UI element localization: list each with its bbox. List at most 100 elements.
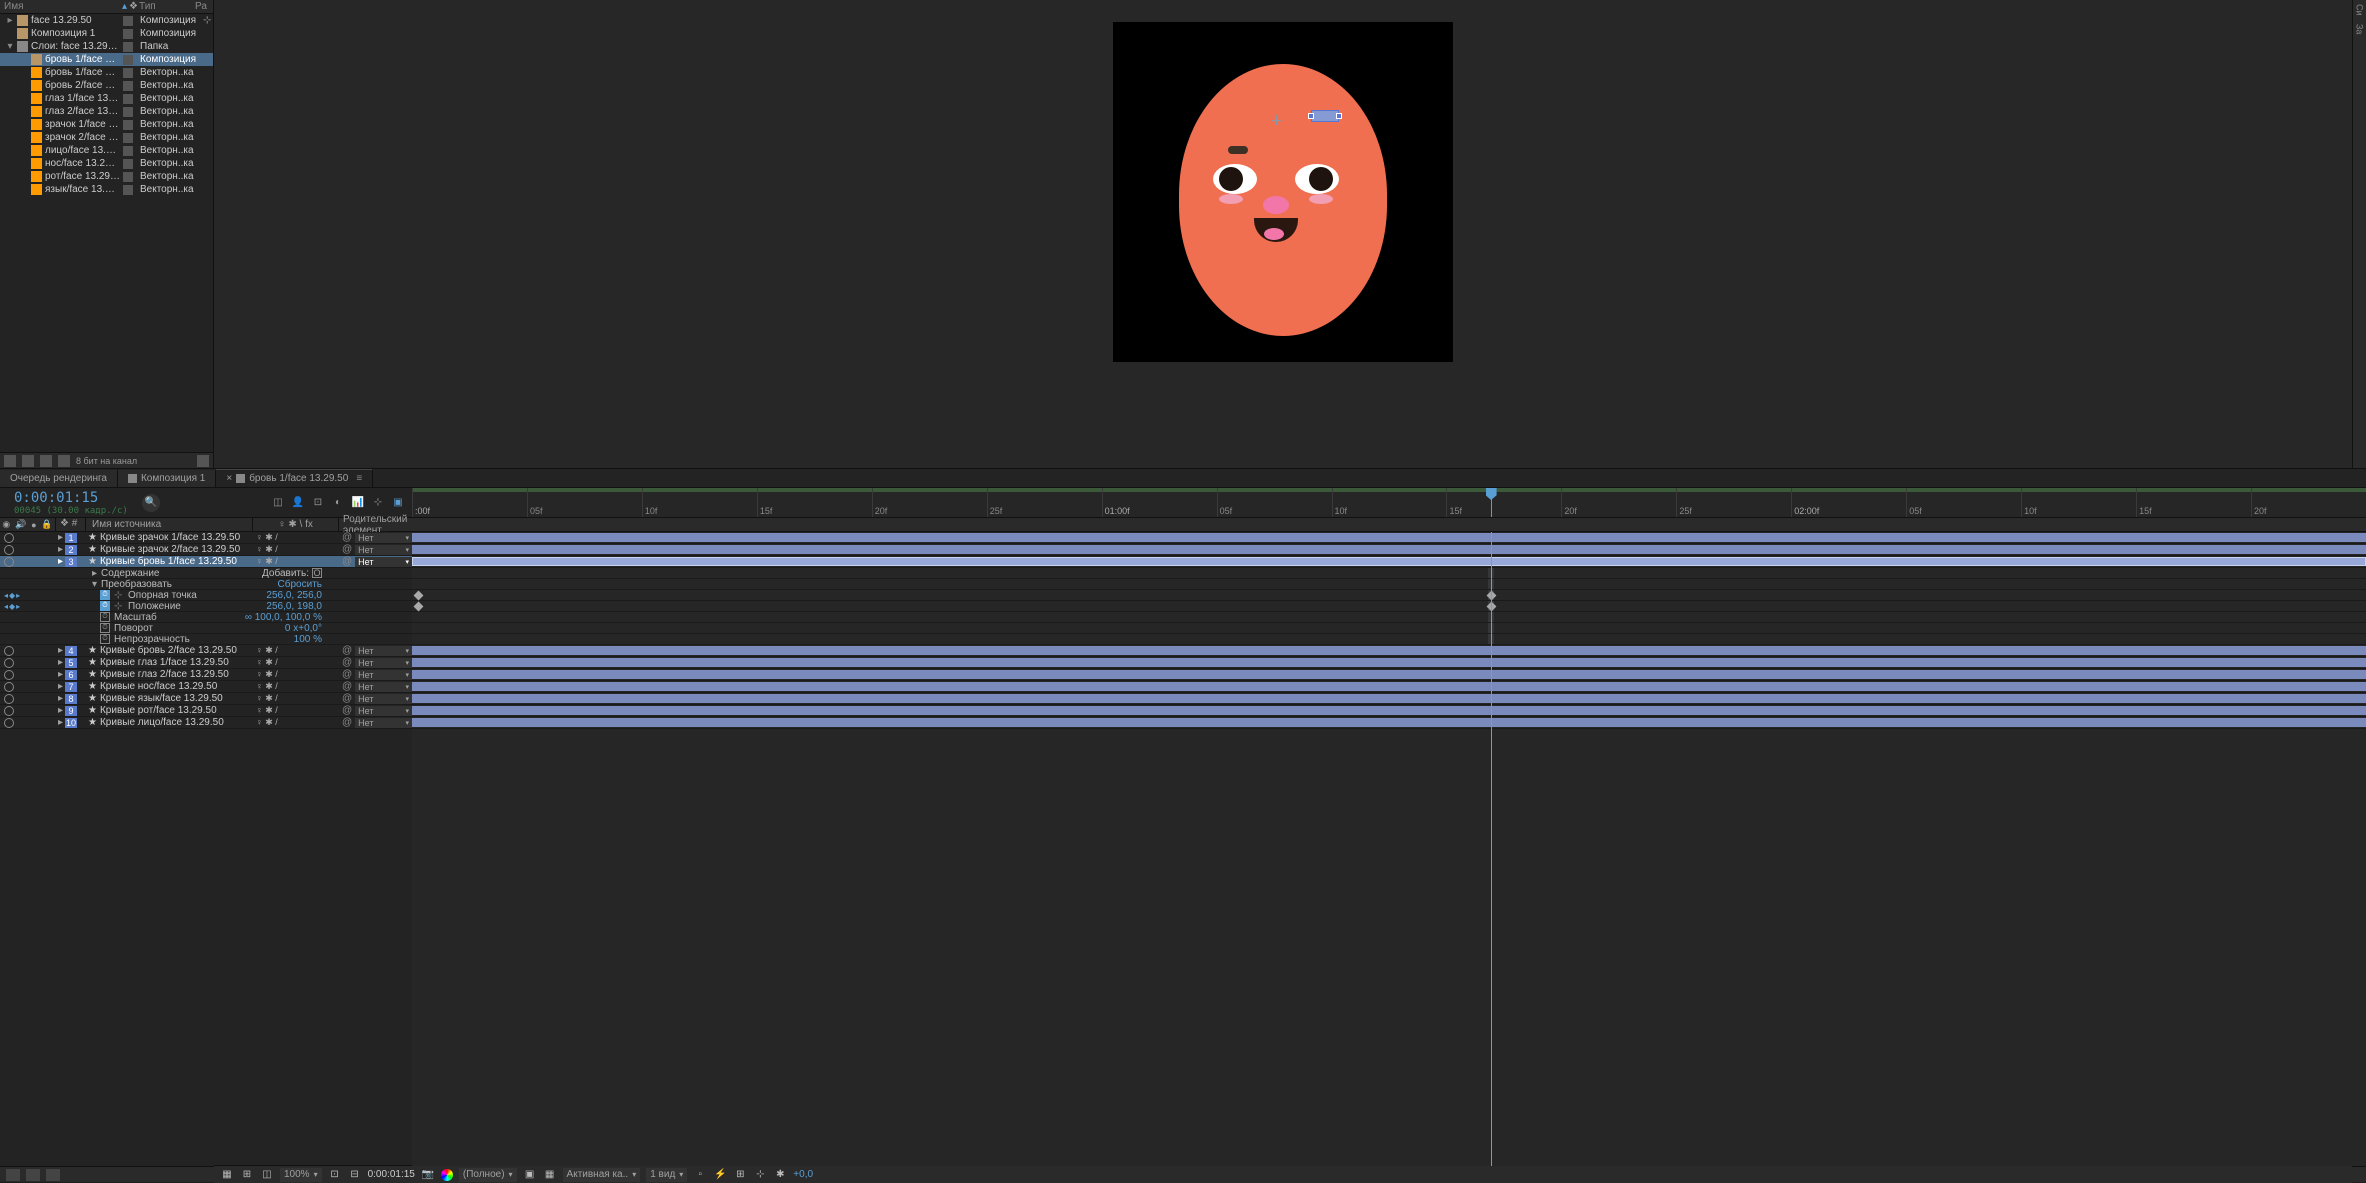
switches-header[interactable]: ♀ ✱ \ fx (252, 518, 338, 531)
pickwhip-icon[interactable]: @ (342, 657, 352, 668)
project-item[interactable]: Композиция 1Композиция (0, 27, 213, 40)
exposure-value[interactable]: +0,0 (793, 1169, 813, 1180)
preview-canvas[interactable] (1113, 22, 1453, 362)
project-item[interactable]: ▸face 13.29.50Композиция⊹ (0, 14, 213, 27)
layer-row[interactable]: ▸5★Кривые глаз 1/face 13.29.50♀ ✱ /@Нет (0, 657, 412, 669)
current-time[interactable]: 0:00:01:15 (14, 490, 128, 506)
pickwhip-icon[interactable]: @ (342, 645, 352, 656)
pickwhip-icon[interactable]: @ (342, 669, 352, 680)
property-track[interactable] (412, 579, 2366, 590)
parent-dropdown[interactable]: Нет (355, 706, 412, 716)
layer-row[interactable]: ▸2★Кривые зрачок 2/face 13.29.50♀ ✱ /@Не… (0, 544, 412, 556)
prev-key-icon[interactable]: ◂ (4, 602, 8, 611)
views-dropdown[interactable]: 1 вид (646, 1168, 687, 1182)
graph-editor-icon[interactable]: 📊 (350, 495, 366, 511)
visibility-icon[interactable] (4, 646, 14, 656)
project-item[interactable]: бровь 1/face 13.29.50.aiВекторн..ка (0, 66, 213, 79)
layer-row[interactable]: ▸8★Кривые язык/face 13.29.50♀ ✱ /@Нет (0, 693, 412, 705)
close-icon[interactable]: × (226, 473, 232, 484)
layer-track[interactable] (412, 705, 2366, 717)
layer-track[interactable] (412, 544, 2366, 556)
visibility-icon[interactable] (4, 658, 14, 668)
layer-track[interactable] (412, 681, 2366, 693)
stopwatch-icon[interactable]: ⏱ (100, 590, 110, 600)
visibility-icon[interactable] (4, 670, 14, 680)
layer-row[interactable]: ▸10★Кривые лицо/face 13.29.50♀ ✱ /@Нет (0, 717, 412, 729)
timeline-tab[interactable]: Композиция 1 (118, 470, 216, 487)
right-tab-2[interactable]: За (2355, 24, 2365, 34)
timeline-tab[interactable]: ×бровь 1/face 13.29.50≡ (216, 469, 373, 487)
motion-blur-icon[interactable]: ◐ (330, 495, 346, 511)
guides-icon[interactable]: ⊟ (348, 1168, 362, 1182)
parent-dropdown[interactable]: Нет (355, 557, 412, 567)
visibility-icon[interactable] (4, 706, 14, 716)
folder-icon[interactable] (22, 455, 34, 467)
add-key-icon[interactable]: ◆ (9, 591, 15, 600)
brainstorm-icon[interactable]: ⊹ (370, 495, 386, 511)
next-key-icon[interactable]: ▸ (16, 602, 20, 611)
resolution-dropdown[interactable]: (Полное) (459, 1168, 517, 1182)
toggle-in-out-icon[interactable] (46, 1169, 60, 1181)
layer-track[interactable] (412, 693, 2366, 705)
property-value[interactable]: 256,0, 256,0 (266, 590, 322, 601)
layer-track[interactable] (412, 657, 2366, 669)
layer-track[interactable] (412, 556, 2366, 568)
project-item[interactable]: рот/face 13.29.50.aiВекторн..ка (0, 170, 213, 183)
shy-icon[interactable]: 👤 (290, 495, 306, 511)
project-item[interactable]: нос/face 13.29.50.aiВекторн..ка (0, 157, 213, 170)
channel-picker-icon[interactable] (441, 1169, 453, 1181)
comp-icon[interactable] (40, 455, 52, 467)
property-track[interactable] (412, 623, 2366, 634)
property-row[interactable]: ◂◆▸⏱⊹Положение256,0, 198,0 (0, 601, 412, 612)
px-ratio-icon[interactable]: ▫ (693, 1168, 707, 1182)
property-value[interactable]: 256,0, 198,0 (266, 601, 322, 612)
layer-track[interactable] (412, 532, 2366, 544)
tab-menu-icon[interactable]: ≡ (356, 473, 362, 484)
pickwhip-icon[interactable]: @ (342, 681, 352, 692)
add-button[interactable]: O (312, 568, 322, 578)
trash-icon[interactable] (197, 455, 209, 467)
layer-track[interactable] (412, 669, 2366, 681)
parent-dropdown[interactable]: Нет (355, 694, 412, 704)
col-type[interactable]: Тип (139, 1, 195, 12)
playhead[interactable] (1491, 488, 1492, 517)
property-track[interactable] (412, 601, 2366, 612)
keyframe[interactable] (413, 591, 423, 601)
parent-dropdown[interactable]: Нет (355, 533, 412, 543)
project-item[interactable]: зрачок 2/face 13.29.50.aiВекторн..ка (0, 131, 213, 144)
project-columns[interactable]: Имя ▴ ❖ Тип Ра (0, 0, 213, 14)
stopwatch-icon[interactable]: ⏱ (100, 601, 110, 611)
layer-num-header[interactable]: ❖ # (56, 518, 86, 531)
exposure-reset-icon[interactable]: ✱ (773, 1168, 787, 1182)
toggle-modes-icon[interactable] (26, 1169, 40, 1181)
col-label-icon[interactable]: ❖ (129, 1, 139, 12)
time-ruler[interactable]: :00f05f10f15f20f25f01:00f05f10f15f20f25f… (412, 488, 2366, 517)
pickwhip-icon[interactable]: @ (342, 556, 352, 567)
stopwatch-icon[interactable]: ⏱ (100, 623, 110, 633)
project-item[interactable]: ▾Слои: face 13.29.50Папка (0, 40, 213, 53)
next-key-icon[interactable]: ▸ (16, 591, 20, 600)
av-switches-header[interactable]: ◉🔊●🔒 (0, 518, 56, 531)
add-key-icon[interactable]: ◆ (9, 602, 15, 611)
keyframe[interactable] (413, 602, 423, 612)
mask-icon[interactable]: ◫ (260, 1168, 274, 1182)
comp-mini-icon[interactable]: ◫ (270, 495, 286, 511)
property-row[interactable]: ▸ СодержаниеДобавить: O (0, 568, 412, 579)
layer-row[interactable]: ▸6★Кривые глаз 2/face 13.29.50♀ ✱ /@Нет (0, 669, 412, 681)
project-item[interactable]: бровь 2/face 13.29.50.aiВекторн..ка (0, 79, 213, 92)
visibility-icon[interactable] (4, 682, 14, 692)
roi-icon[interactable]: ▣ (523, 1168, 537, 1182)
project-item[interactable]: зрачок 1/face 13.29.50.aiВекторн..ка (0, 118, 213, 131)
pickwhip-icon[interactable]: @ (342, 544, 352, 555)
frame-blend-icon[interactable]: ⊡ (310, 495, 326, 511)
mag-icon[interactable]: ▦ (220, 1168, 234, 1182)
project-item[interactable]: бровь 1/face 13.29.50Композиция (0, 53, 213, 66)
timeline-icon[interactable]: ⊞ (733, 1168, 747, 1182)
property-track[interactable] (412, 612, 2366, 623)
grid-icon[interactable]: ⊞ (240, 1168, 254, 1182)
pickwhip-icon[interactable]: @ (342, 693, 352, 704)
visibility-icon[interactable] (4, 694, 14, 704)
camera-dropdown[interactable]: Активная ка.. (563, 1168, 641, 1182)
property-row[interactable]: ⏱Поворот0 x+0,0° (0, 623, 412, 634)
layer-track[interactable] (412, 645, 2366, 657)
